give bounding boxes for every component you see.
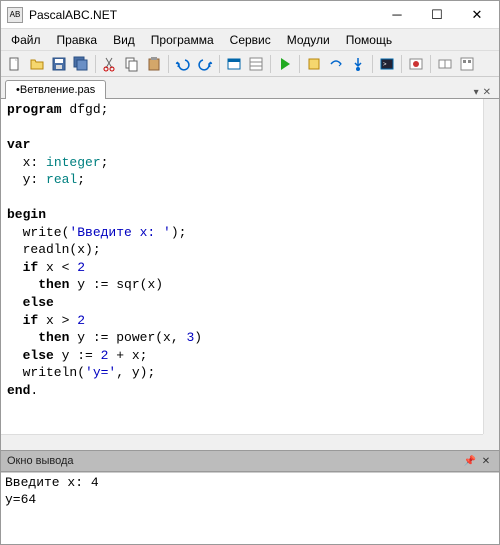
keyword: else: [23, 295, 54, 310]
new-file-icon[interactable]: [5, 54, 25, 74]
output-panel-title: Окно вывода: [7, 455, 74, 467]
code-text: ;: [77, 172, 85, 187]
step-over-icon[interactable]: [326, 54, 346, 74]
toolbar-separator: [401, 55, 402, 73]
minimize-button[interactable]: ─: [377, 2, 417, 28]
code-text: y :=: [54, 348, 101, 363]
titlebar: AB PascalABC.NET ─ ☐ ✕: [1, 1, 499, 29]
horizontal-scrollbar[interactable]: [1, 434, 483, 450]
breakpoint-icon[interactable]: [406, 54, 426, 74]
panel-close-icon[interactable]: ✕: [479, 454, 493, 468]
undo-icon[interactable]: [173, 54, 193, 74]
save-file-icon[interactable]: [49, 54, 69, 74]
window-title: PascalABC.NET: [27, 8, 377, 22]
properties-icon[interactable]: [246, 54, 266, 74]
code-text: writeln(: [7, 365, 85, 380]
toolbar-separator: [270, 55, 271, 73]
code-text: .: [30, 383, 38, 398]
code-text: + x;: [108, 348, 147, 363]
code-text: x >: [38, 313, 77, 328]
code-text: x <: [38, 260, 77, 275]
toolbar-separator: [168, 55, 169, 73]
step-into-icon[interactable]: [348, 54, 368, 74]
string: 'Введите x: ': [69, 225, 170, 240]
scroll-corner: [483, 434, 499, 450]
type: real: [46, 172, 77, 187]
toolbar: >: [1, 51, 499, 77]
keyword: then: [38, 330, 69, 345]
keyword: if: [23, 260, 39, 275]
redo-icon[interactable]: [195, 54, 215, 74]
editor-area: program dfgd; var x: integer; y: real; b…: [1, 99, 499, 450]
tab-dropdown-icon[interactable]: ▾: [474, 87, 479, 98]
locals-icon[interactable]: [457, 54, 477, 74]
tab-close-icon[interactable]: ✕: [483, 87, 491, 98]
keyword: var: [7, 137, 30, 152]
code-text: y := power(x,: [69, 330, 186, 345]
menu-program[interactable]: Программа: [143, 30, 222, 50]
new-form-icon[interactable]: [224, 54, 244, 74]
menubar: Файл Правка Вид Программа Сервис Модули …: [1, 29, 499, 51]
toolbar-separator: [299, 55, 300, 73]
save-all-icon[interactable]: [71, 54, 91, 74]
keyword: end: [7, 383, 30, 398]
svg-text:>: >: [383, 62, 387, 68]
tab-active-file[interactable]: •Ветвление.pas: [5, 80, 106, 99]
code-text: [7, 277, 38, 292]
maximize-button[interactable]: ☐: [417, 2, 457, 28]
code-text: ): [194, 330, 202, 345]
code-text: [7, 330, 38, 345]
keyword: then: [38, 277, 69, 292]
open-file-icon[interactable]: [27, 54, 47, 74]
tabbar: •Ветвление.pas ▾ ✕: [1, 77, 499, 99]
copy-icon[interactable]: [122, 54, 142, 74]
string: 'y=': [85, 365, 116, 380]
type: integer: [46, 155, 101, 170]
menu-file[interactable]: Файл: [3, 30, 49, 50]
keyword: program: [7, 102, 62, 117]
watch-icon[interactable]: [435, 54, 455, 74]
menu-edit[interactable]: Правка: [49, 30, 106, 50]
code-text: [7, 295, 23, 310]
menu-help[interactable]: Помощь: [338, 30, 400, 50]
code-text: [7, 313, 23, 328]
paste-icon[interactable]: [144, 54, 164, 74]
code-text: write(: [7, 225, 69, 240]
toolbar-separator: [95, 55, 96, 73]
keyword: if: [23, 313, 39, 328]
number: 2: [77, 313, 85, 328]
code-text: , y);: [116, 365, 155, 380]
code-text: readln(x);: [7, 242, 101, 257]
cut-icon[interactable]: [100, 54, 120, 74]
toolbar-separator: [219, 55, 220, 73]
compile-icon[interactable]: [304, 54, 324, 74]
code-text: );: [171, 225, 187, 240]
code-text: [7, 260, 23, 275]
vertical-scrollbar[interactable]: [483, 99, 499, 450]
toolbar-separator: [430, 55, 431, 73]
output-panel[interactable]: Введите x: 4 y=64: [1, 472, 499, 544]
code-text: ;: [101, 155, 109, 170]
code-text: y:: [7, 172, 46, 187]
run-icon[interactable]: [275, 54, 295, 74]
number: 2: [77, 260, 85, 275]
code-text: x:: [7, 155, 46, 170]
toolbar-separator: [372, 55, 373, 73]
code-editor[interactable]: program dfgd; var x: integer; y: real; b…: [1, 99, 499, 450]
menu-view[interactable]: Вид: [105, 30, 143, 50]
menu-service[interactable]: Сервис: [222, 30, 279, 50]
keyword: else: [23, 348, 54, 363]
app-icon: AB: [7, 7, 23, 23]
code-text: dfgd;: [62, 102, 109, 117]
menu-modules[interactable]: Модули: [279, 30, 338, 50]
close-button[interactable]: ✕: [457, 2, 497, 28]
keyword: begin: [7, 207, 46, 222]
code-text: y := sqr(x): [69, 277, 163, 292]
pin-icon[interactable]: 📌: [463, 454, 477, 468]
terminal-icon[interactable]: >: [377, 54, 397, 74]
code-text: [7, 348, 23, 363]
output-panel-header: Окно вывода 📌 ✕: [1, 450, 499, 472]
